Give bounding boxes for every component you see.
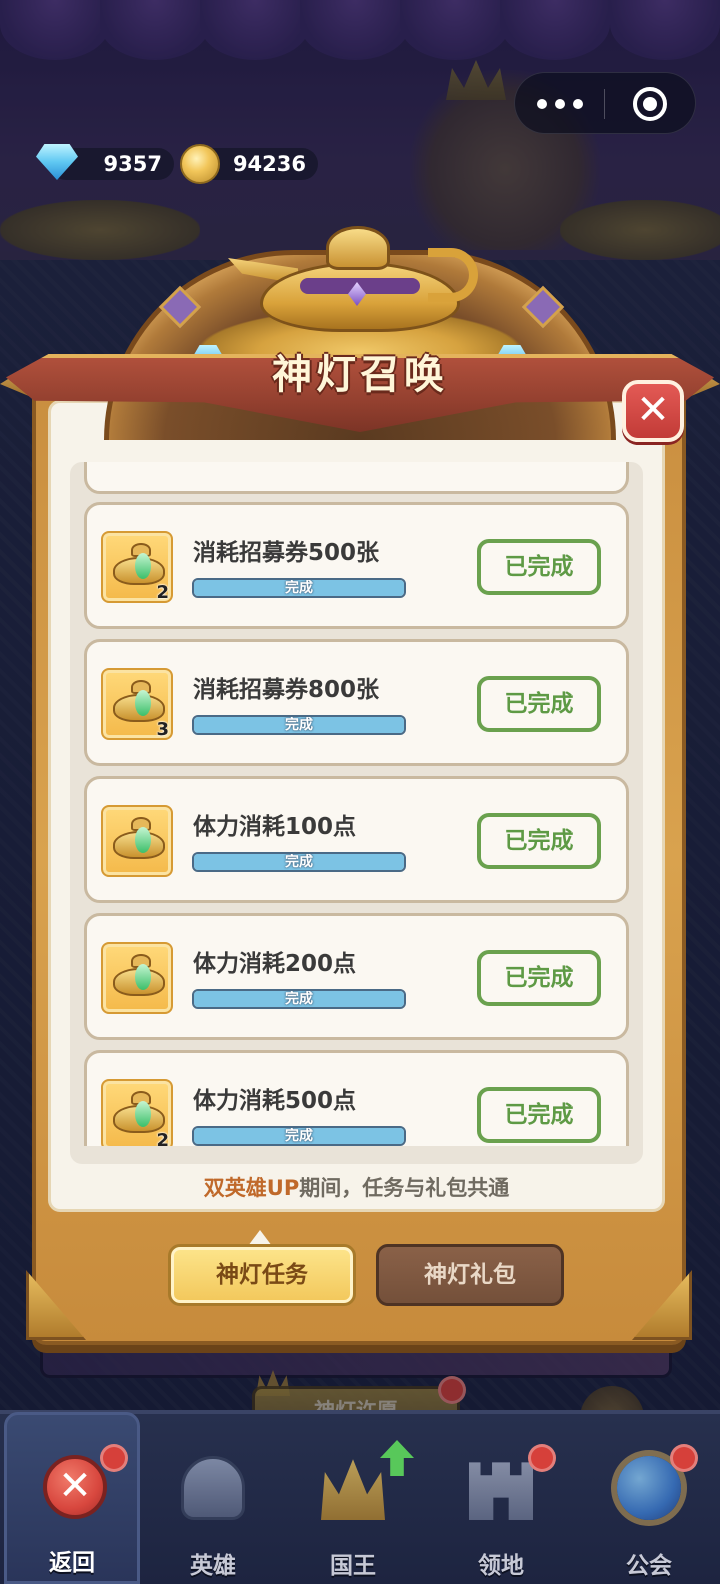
completed-button[interactable]: 已完成 xyxy=(477,813,601,869)
tab-lamp-tasks[interactable]: 神灯任务 xyxy=(168,1244,356,1306)
modal-title: 神灯召唤 xyxy=(272,352,448,398)
task-progress-bar: 完成 xyxy=(192,989,406,1009)
task-progress-bar: 完成 xyxy=(192,1126,406,1146)
task-name: 消耗招募券800张 xyxy=(193,677,380,703)
task-name: 体力消耗100点 xyxy=(193,814,357,840)
lamp-gem xyxy=(135,964,151,990)
lamp-gem xyxy=(135,827,151,853)
completed-button[interactable]: 已完成 xyxy=(477,539,601,595)
reward-quantity: 2 xyxy=(156,582,169,603)
progress-label: 完成 xyxy=(285,580,313,596)
task-name: 体力消耗500点 xyxy=(193,1088,357,1114)
helmet-icon xyxy=(181,1456,245,1520)
close-button[interactable]: ✕ xyxy=(622,380,684,442)
progress-label: 完成 xyxy=(285,717,313,733)
reward-item[interactable]: 2 xyxy=(101,1079,173,1146)
notice-highlight: 双英雄UP xyxy=(203,1176,300,1200)
task-progress-bar: 完成 xyxy=(192,852,406,872)
notification-badge xyxy=(100,1444,128,1472)
task-row: 体力消耗100点 完成 已完成 xyxy=(84,776,629,903)
nav-label: 公会 xyxy=(626,1553,672,1579)
castle-icon xyxy=(469,1462,533,1520)
reward-item[interactable] xyxy=(101,942,173,1014)
task-row: 2 消耗招募券500张 完成 已完成 xyxy=(84,502,629,629)
reward-item[interactable] xyxy=(101,805,173,877)
task-row: 2 体力消耗500点 完成 已完成 xyxy=(84,1050,629,1146)
reward-item[interactable]: 3 xyxy=(101,668,173,740)
more-dots-icon[interactable] xyxy=(537,97,587,111)
event-notice: 双英雄UP期间，任务与礼包共通 xyxy=(48,1172,665,1202)
reward-item[interactable]: 2 xyxy=(101,531,173,603)
task-name: 消耗招募券500张 xyxy=(193,540,380,566)
task-row: 3 消耗招募券800张 完成 已完成 xyxy=(84,639,629,766)
magic-lamp-lid xyxy=(326,226,390,270)
completed-button[interactable]: 已完成 xyxy=(477,676,601,732)
task-list[interactable]: 2 消耗招募券500张 完成 已完成 3 消耗招募券800张 完成 已完成 体力 xyxy=(84,462,629,1146)
lamp-gem xyxy=(135,690,151,716)
reward-quantity: 3 xyxy=(156,719,169,740)
tab-lamp-gift[interactable]: 神灯礼包 xyxy=(376,1244,564,1306)
progress-label: 完成 xyxy=(285,991,313,1007)
nav-heroes[interactable]: 英雄 xyxy=(148,1436,278,1584)
task-row: 体力消耗200点 完成 已完成 xyxy=(84,913,629,1040)
task-progress-bar: 完成 xyxy=(192,578,406,598)
mini-program-capsule xyxy=(514,72,696,134)
progress-label: 完成 xyxy=(285,1128,313,1144)
crown-icon xyxy=(321,1459,385,1520)
capsule-divider xyxy=(604,89,605,119)
notice-text: 期间，任务与礼包共通 xyxy=(299,1176,510,1200)
target-circle-icon[interactable] xyxy=(633,87,667,121)
completed-button[interactable]: 已完成 xyxy=(477,1087,601,1143)
nav-label: 返回 xyxy=(49,1550,95,1576)
lamp-gem xyxy=(135,553,151,579)
progress-label: 完成 xyxy=(285,854,313,870)
reward-quantity: 2 xyxy=(156,1130,169,1146)
task-progress-bar: 完成 xyxy=(192,715,406,735)
completed-button[interactable]: 已完成 xyxy=(477,950,601,1006)
task-row-partial xyxy=(84,462,629,494)
lamp-gem xyxy=(135,1101,151,1127)
nav-label: 英雄 xyxy=(190,1553,236,1579)
nav-label: 领地 xyxy=(478,1553,524,1579)
nav-back[interactable]: ✕ 返回 xyxy=(4,1412,140,1584)
notification-badge xyxy=(670,1444,698,1472)
close-icon: ✕ xyxy=(636,387,670,433)
notification-badge xyxy=(528,1444,556,1472)
close-x-icon: ✕ xyxy=(43,1455,107,1519)
task-name: 体力消耗200点 xyxy=(193,951,357,977)
nav-label: 国王 xyxy=(330,1553,376,1579)
gold-coin-icon xyxy=(180,144,220,184)
